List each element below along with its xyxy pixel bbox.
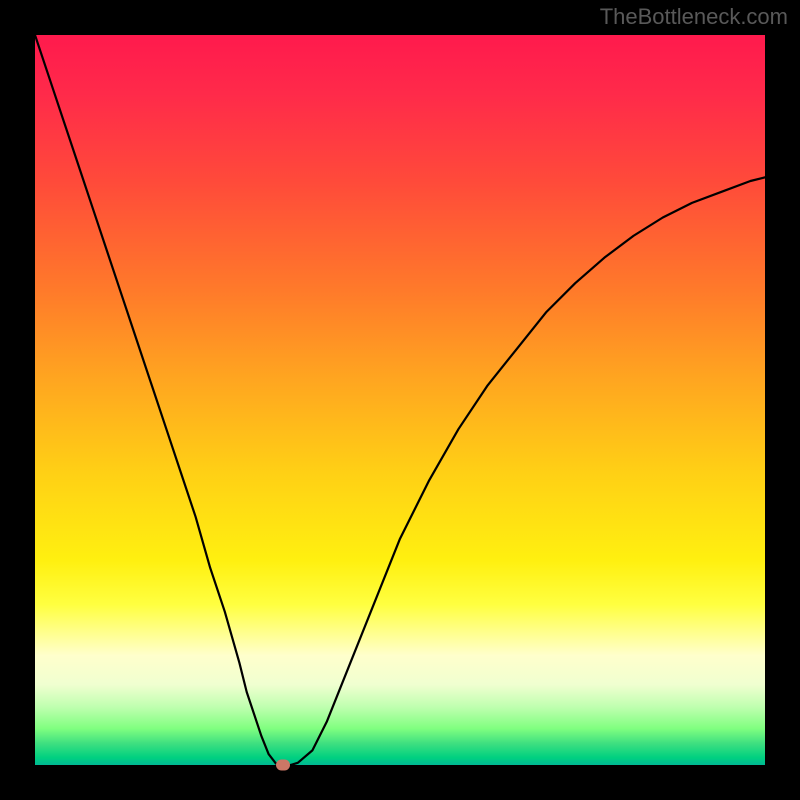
chart-container: TheBottleneck.com: [0, 0, 800, 800]
optimal-point-marker: [276, 760, 290, 771]
plot-gradient-background: [35, 35, 765, 765]
watermark-text: TheBottleneck.com: [600, 6, 788, 28]
